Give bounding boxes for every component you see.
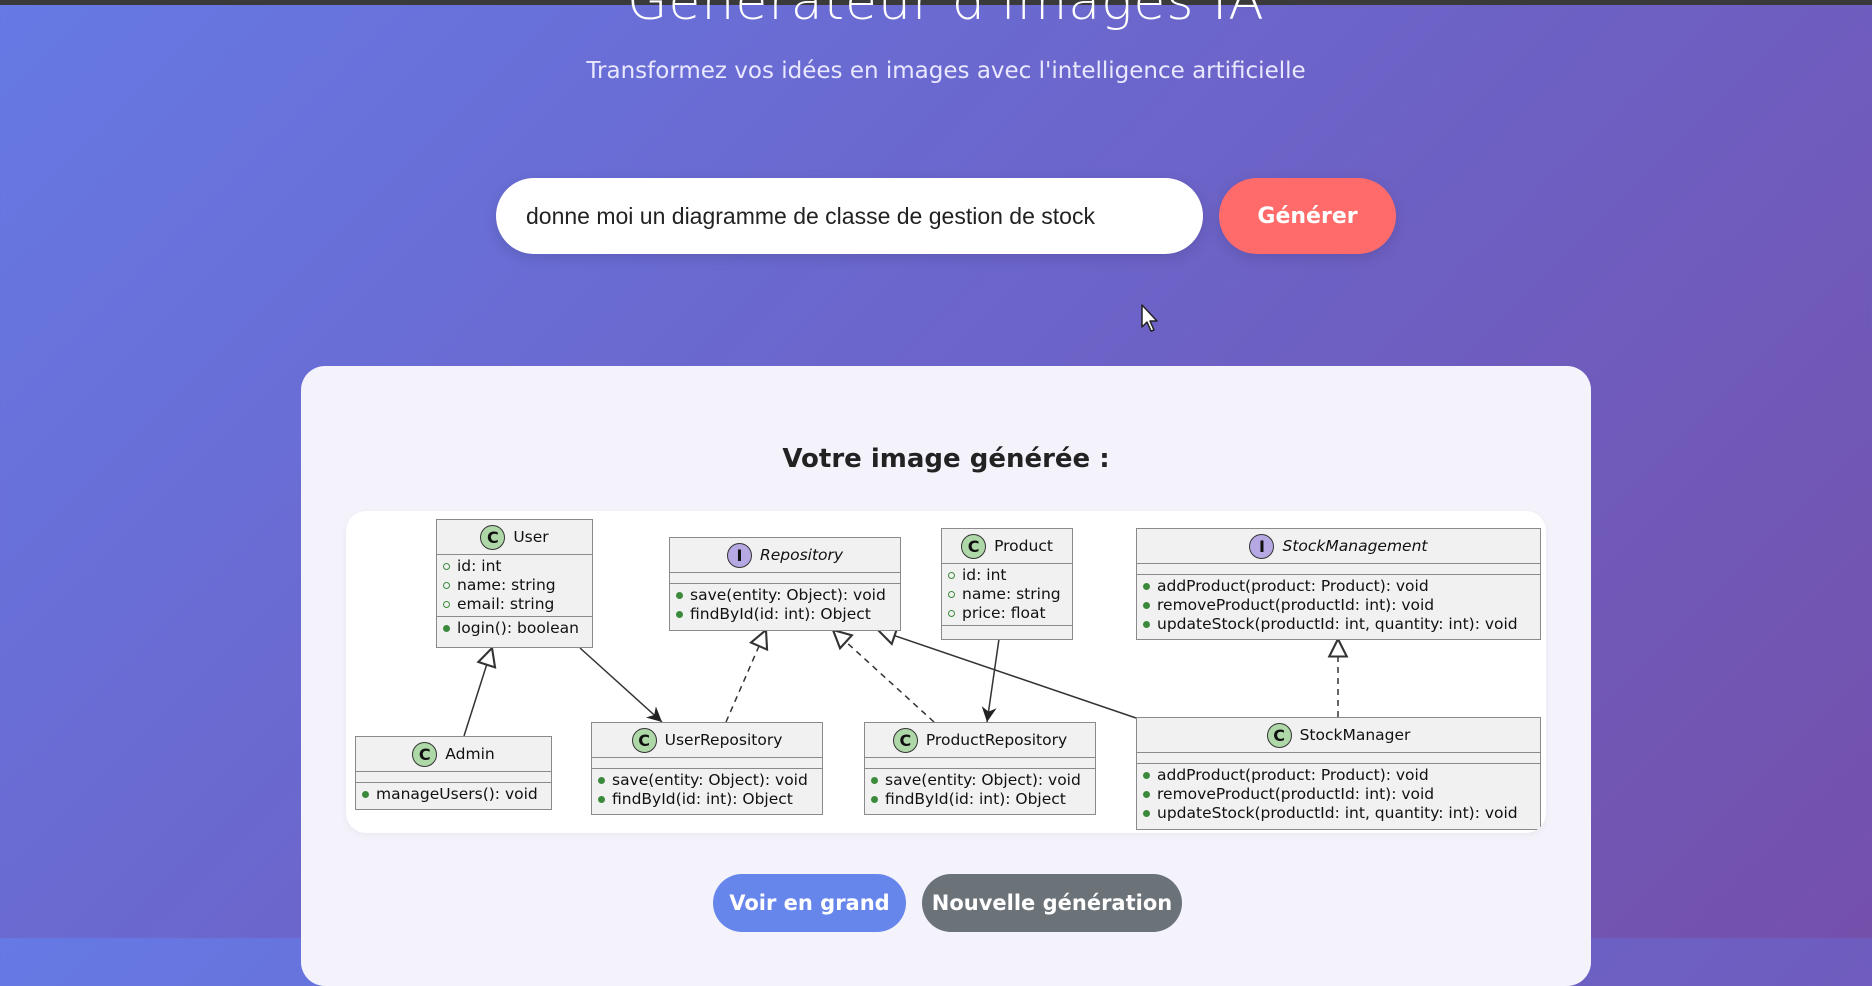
- mouse-cursor-icon: [1141, 304, 1158, 332]
- stockmanager-extends-repository: [878, 630, 1137, 719]
- class-badge-icon: C: [892, 727, 918, 753]
- userrepository-implements-repository: [725, 630, 766, 723]
- uml-class-admin: C Admin manageUsers(): void: [355, 736, 552, 810]
- admin-extends-user: [463, 648, 492, 737]
- class-badge-icon: C: [412, 741, 438, 767]
- page-subtitle: Transformez vos idées en images avec l'i…: [586, 58, 1306, 84]
- uml-interface-repository: I Repository save(entity: Object): void f…: [669, 537, 901, 631]
- uml-class-productrepository: C ProductRepository save(entity: Object):…: [864, 722, 1096, 815]
- product-uses-productrepository: [981, 638, 1000, 723]
- class-badge-icon: C: [480, 524, 506, 550]
- new-generation-button[interactable]: Nouvelle génération: [922, 874, 1182, 932]
- prompt-input-value: donne moi un diagramme de classe de gest…: [526, 202, 1095, 229]
- result-title: Votre image générée :: [782, 444, 1110, 474]
- generated-image[interactable]: C User id: int name: string email: string…: [346, 511, 1546, 833]
- prompt-input[interactable]: donne moi un diagramme de classe de gest…: [496, 178, 1203, 254]
- uml-interface-stockmanagement: I StockManagement addProduct(product: Pro…: [1136, 528, 1541, 640]
- class-badge-icon: C: [631, 727, 657, 753]
- user-uses-userrepository: [579, 647, 663, 723]
- uml-class-stockmanager: C StockManager addProduct(product: Produc…: [1136, 717, 1541, 830]
- uml-class-userrepository: C UserRepository save(entity: Object): vo…: [591, 722, 823, 815]
- result-actions: Voir en grand Nouvelle génération: [713, 874, 1182, 932]
- view-large-button[interactable]: Voir en grand: [713, 874, 906, 932]
- class-badge-icon: C: [961, 533, 987, 559]
- uml-class-product: C Product id: int name: string price: flo…: [941, 528, 1073, 640]
- class-badge-icon: C: [1266, 722, 1292, 748]
- interface-badge-icon: I: [726, 542, 752, 568]
- page-title: Générateur d'images IA: [627, 0, 1265, 32]
- generate-button[interactable]: Générer: [1219, 178, 1396, 254]
- interface-badge-icon: I: [1249, 533, 1275, 559]
- result-card: Votre image générée : C User id: int nam…: [301, 366, 1591, 986]
- uml-class-user: C User id: int name: string email: string…: [436, 519, 593, 648]
